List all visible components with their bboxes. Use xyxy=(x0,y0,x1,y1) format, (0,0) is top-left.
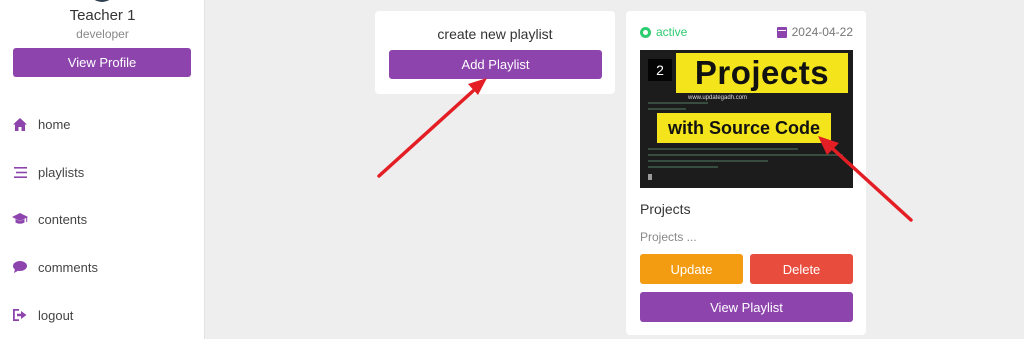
thumbnail-cursor xyxy=(648,174,652,180)
sidebar-item-playlists[interactable]: playlists xyxy=(12,164,84,180)
sidebar-item-comments[interactable]: comments xyxy=(12,259,98,275)
sidebar-item-label: playlists xyxy=(38,164,85,180)
list-icon xyxy=(12,164,28,180)
playlist-thumbnail[interactable]: Projects 2 www.updategadh.com with Sourc… xyxy=(640,50,853,188)
playlist-description: Projects ... xyxy=(640,230,697,244)
thumbnail-code-line xyxy=(648,102,708,104)
playlist-title: Projects xyxy=(640,201,691,217)
thumbnail-subheadline: with Source Code xyxy=(657,113,831,143)
sidebar-item-label: logout xyxy=(38,307,74,323)
teacher-role: developer xyxy=(76,27,129,41)
date-label: 2024-04-22 xyxy=(791,25,853,39)
sidebar: Teacher 1 developer View Profile home pl… xyxy=(0,0,205,339)
sidebar-item-contents[interactable]: contents xyxy=(12,211,87,227)
sidebar-item-label: contents xyxy=(38,211,88,227)
comment-icon xyxy=(12,259,28,275)
avatar xyxy=(88,0,116,2)
thumbnail-code-line xyxy=(648,154,843,156)
teacher-name: Teacher 1 xyxy=(69,7,136,24)
sidebar-item-home[interactable]: home xyxy=(12,116,71,132)
calendar-icon xyxy=(776,26,787,38)
delete-button[interactable]: Delete xyxy=(750,254,853,284)
sidebar-item-logout[interactable]: logout xyxy=(12,307,73,323)
sidebar-item-label: comments xyxy=(38,259,98,275)
status-badge: active xyxy=(640,25,687,39)
create-playlist-card: create new playlist Add Playlist xyxy=(375,11,615,94)
thumbnail-url: www.updategadh.com xyxy=(688,95,748,101)
thumbnail-code-line xyxy=(648,160,768,162)
thumbnail-code-line xyxy=(648,108,686,110)
update-button[interactable]: Update xyxy=(640,254,743,284)
active-circle-icon xyxy=(640,26,651,38)
thumbnail-code-line xyxy=(648,166,718,168)
sidebar-item-label: home xyxy=(38,116,71,132)
status-label: active xyxy=(656,25,688,39)
create-playlist-title: create new playlist xyxy=(437,26,553,42)
view-playlist-button[interactable]: View Playlist xyxy=(640,292,853,322)
graduation-cap-icon xyxy=(12,211,28,227)
thumbnail-headline: Projects xyxy=(676,53,848,93)
view-profile-button[interactable]: View Profile xyxy=(13,48,191,77)
logout-icon xyxy=(12,307,28,323)
playlist-card: active 2024-04-22 Projects 2 www.updateg… xyxy=(626,11,866,335)
thumbnail-code-line xyxy=(648,148,798,150)
playlist-date: 2024-04-22 xyxy=(776,25,853,39)
add-playlist-button[interactable]: Add Playlist xyxy=(389,50,602,79)
video-count-badge: 2 xyxy=(648,59,672,81)
home-icon xyxy=(12,116,28,132)
